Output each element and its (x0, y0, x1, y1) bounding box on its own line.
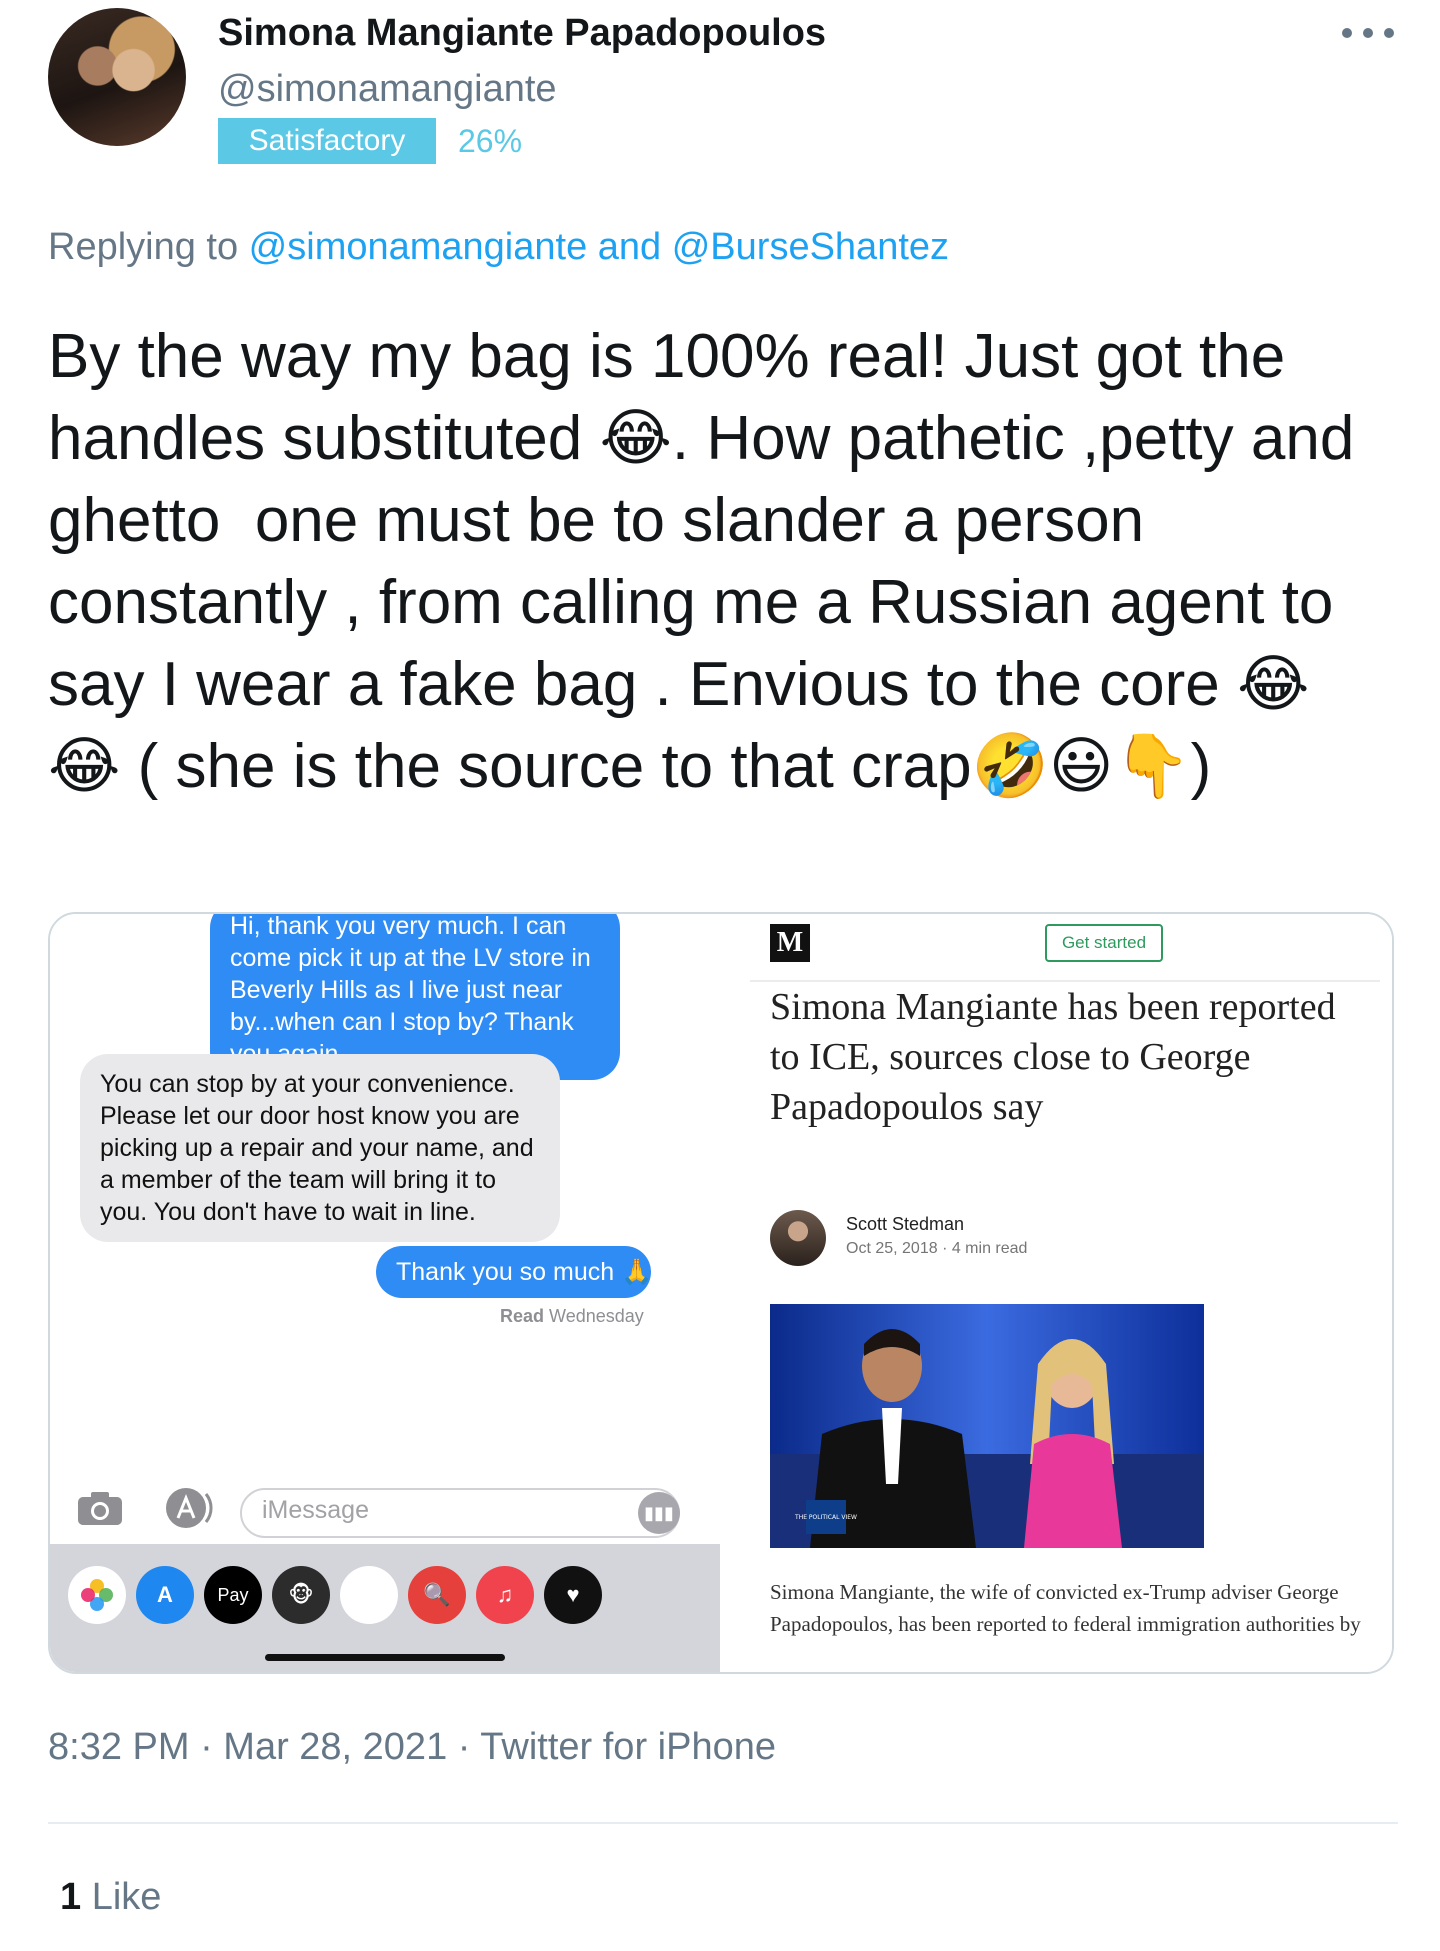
search-images-icon: 🔍 (408, 1566, 466, 1624)
replying-joiner: and (587, 226, 672, 268)
tweet-media[interactable]: Hi, thank you very much. I can come pick… (48, 912, 1394, 1674)
music-icon: ♫ (476, 1566, 534, 1624)
app-store-icon: A (136, 1566, 194, 1624)
apple-pay-icon: Pay (204, 1566, 262, 1624)
replying-to-line: Replying to @simonamangiante and @BurseS… (48, 226, 949, 269)
author-name: Scott Stedman (846, 1214, 965, 1234)
memoji-icon: 🐵 (272, 1566, 330, 1624)
read-day: Wednesday (549, 1306, 644, 1326)
audio-waveform-icon: ▮▮▮ (638, 1492, 680, 1534)
article-photo: THE POLITICAL VIEW (770, 1304, 1204, 1548)
apple-pay-label: Pay (217, 1584, 249, 1605)
imessage-placeholder: iMessage (262, 1496, 369, 1524)
imessage-screenshot[interactable]: Hi, thank you very much. I can come pick… (50, 914, 720, 1672)
get-started-button[interactable]: Get started (1045, 924, 1163, 962)
digital-touch-icon: ♥ (544, 1566, 602, 1624)
app-drawer: A Pay 🐵 😍 🔍 ♫ ♥ (50, 1544, 720, 1672)
like-count-number: 1 (60, 1876, 82, 1918)
camera-icon (78, 1492, 122, 1525)
article-caption: Simona Mangiante, the wife of convicted … (770, 1580, 1361, 1636)
home-indicator (265, 1654, 505, 1661)
app-store-icon (166, 1488, 213, 1528)
author-avatar (770, 1210, 826, 1266)
read-receipt: Read Wednesday (500, 1306, 644, 1327)
more-horizontal-icon[interactable] (1342, 18, 1394, 48)
article-title: Simona Mangiante has been reported to IC… (770, 986, 1336, 1128)
tweet-text: By the way my bag is 100% real! Just got… (48, 322, 1372, 801)
article-meta: Oct 25, 2018 · 4 min read (846, 1240, 1028, 1257)
animoji-icon: 😍 (340, 1566, 398, 1624)
like-label: Like (81, 1876, 162, 1918)
photos-app-icon (68, 1566, 126, 1624)
medium-logo-icon: M (770, 924, 810, 962)
sent-message-bubble: Thank you so much 🙏 (376, 1246, 652, 1298)
mention-link[interactable]: @simonamangiante (249, 226, 588, 268)
tweet-timestamp[interactable]: 8:32 PM · Mar 28, 2021 · Twitter for iPh… (48, 1726, 776, 1769)
replying-to-label: Replying to (48, 226, 249, 268)
status-badge: Satisfactory (218, 118, 436, 164)
likes-count[interactable]: 1 Like (60, 1876, 161, 1919)
article-screenshot[interactable]: M Get started Simona Mangiante has been … (720, 914, 1392, 1672)
mention-link[interactable]: @BurseShantez (672, 226, 949, 268)
divider (48, 1822, 1398, 1824)
photo-badge-text: THE POLITICAL VIEW (794, 1514, 857, 1521)
status-percent: 26% (458, 123, 523, 159)
received-message-bubble: You can stop by at your convenience. Ple… (80, 1054, 560, 1242)
read-label: Read (500, 1306, 545, 1326)
avatar[interactable] (48, 8, 186, 146)
display-name[interactable]: Simona Mangiante Papadopoulos (218, 12, 826, 55)
user-handle[interactable]: @simonamangiante (218, 68, 557, 111)
